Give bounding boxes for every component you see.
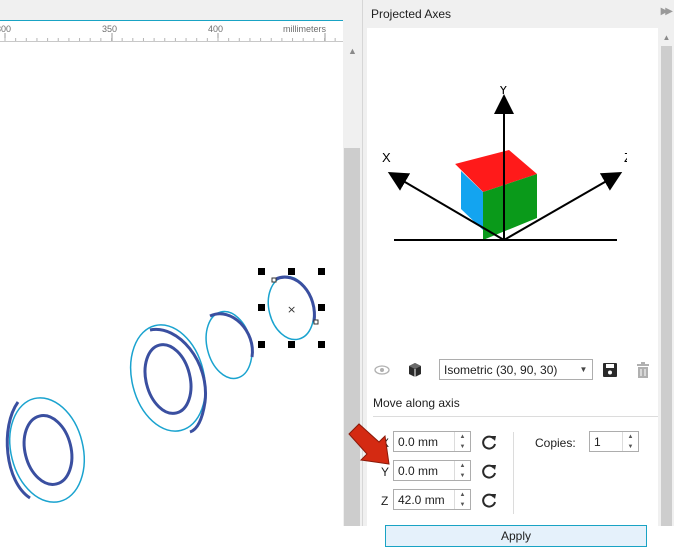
reset-icon[interactable] (480, 462, 498, 480)
scroll-up-arrow-icon[interactable]: ▲ (343, 42, 362, 60)
spin-up-icon[interactable]: ▲ (455, 490, 470, 499)
node-handle[interactable] (271, 277, 277, 283)
apply-button[interactable]: Apply (385, 525, 647, 547)
docker-header: Projected Axes ▶▶ (363, 0, 674, 28)
y-offset-stepper[interactable]: ▲ ▼ (454, 461, 470, 480)
field-divider (513, 432, 514, 514)
copies-stepper[interactable]: ▲ ▼ (622, 432, 638, 451)
spin-down-icon[interactable]: ▼ (455, 471, 470, 480)
z-offset-field[interactable]: 42.0 mm ▲ ▼ (393, 489, 471, 510)
reset-icon[interactable] (480, 491, 498, 509)
canvas-scroll-thumb[interactable] (344, 148, 360, 526)
ring-outer-3-edge (209, 312, 254, 358)
z-offset-value[interactable]: 42.0 mm (398, 493, 445, 507)
section-title: Move along axis (373, 396, 460, 410)
ring-pair-2[interactable] (120, 317, 216, 439)
preset-value: Isometric (30, 90, 30) (444, 363, 558, 377)
x-offset-field[interactable]: 0.0 mm ▲ ▼ (393, 431, 471, 452)
ring-inner-1[interactable] (17, 410, 79, 489)
scroll-up-arrow-icon[interactable]: ▲ (658, 30, 674, 44)
projected-axes-docker: Projected Axes ▶▶ Y X Z (362, 0, 674, 547)
trash-icon[interactable] (635, 361, 651, 379)
spin-down-icon[interactable]: ▼ (623, 442, 638, 451)
docker-body: Y X Z Isometric (30, 90, 30) ▼ Move alon… (367, 28, 658, 547)
ring-outer-3[interactable] (199, 307, 258, 384)
ring-pair-1[interactable] (0, 390, 95, 510)
horizontal-ruler[interactable]: 300 350 400 millimeters (0, 0, 343, 42)
z-offset-stepper[interactable]: ▲ ▼ (454, 490, 470, 509)
drawing-canvas[interactable]: 300 350 400 millimeters (0, 0, 362, 526)
selection-center-mark[interactable]: × (287, 303, 296, 316)
docker-title: Projected Axes (371, 7, 452, 21)
ruler-accent-line (0, 20, 343, 21)
ruler-top-strip (0, 0, 343, 20)
axes-preview: Y X Z (382, 86, 627, 241)
spin-down-icon[interactable]: ▼ (455, 500, 470, 509)
reset-icon[interactable] (480, 433, 498, 451)
eye-icon[interactable] (373, 362, 391, 378)
ruler-ticks (4, 33, 336, 41)
ring-inner-2[interactable] (138, 340, 198, 419)
ring-3[interactable] (199, 307, 258, 384)
double-chevron-right-icon[interactable]: ▶▶ (661, 6, 674, 17)
cube-icon[interactable] (407, 361, 423, 378)
chevron-down-icon[interactable]: ▼ (575, 360, 592, 379)
copies-value[interactable]: 1 (594, 435, 601, 449)
x-offset-value[interactable]: 0.0 mm (398, 435, 438, 449)
spin-down-icon[interactable]: ▼ (455, 442, 470, 451)
docker-scroll-thumb[interactable] (661, 46, 672, 526)
z-axis-label: Z (381, 494, 389, 508)
y-offset-value[interactable]: 0.0 mm (398, 464, 438, 478)
preview-x-label: X (382, 150, 391, 165)
spin-up-icon[interactable]: ▲ (623, 432, 638, 441)
node-handle[interactable] (313, 319, 319, 325)
spin-up-icon[interactable]: ▲ (455, 461, 470, 470)
copies-field[interactable]: 1 ▲ ▼ (589, 431, 639, 452)
preview-y-label: Y (499, 86, 508, 97)
section-divider (373, 416, 658, 417)
y-offset-field[interactable]: 0.0 mm ▲ ▼ (393, 460, 471, 481)
selected-ring[interactable]: × (258, 268, 325, 348)
save-icon[interactable] (602, 362, 618, 378)
drawing-page[interactable]: × (0, 42, 343, 526)
x-offset-stepper[interactable]: ▲ ▼ (454, 432, 470, 451)
pointer-arrow-icon (348, 423, 390, 465)
preview-z-label: Z (624, 150, 627, 165)
copies-label: Copies: (535, 436, 576, 450)
spin-up-icon[interactable]: ▲ (455, 432, 470, 441)
preset-dropdown[interactable]: Isometric (30, 90, 30) ▼ (439, 359, 593, 380)
